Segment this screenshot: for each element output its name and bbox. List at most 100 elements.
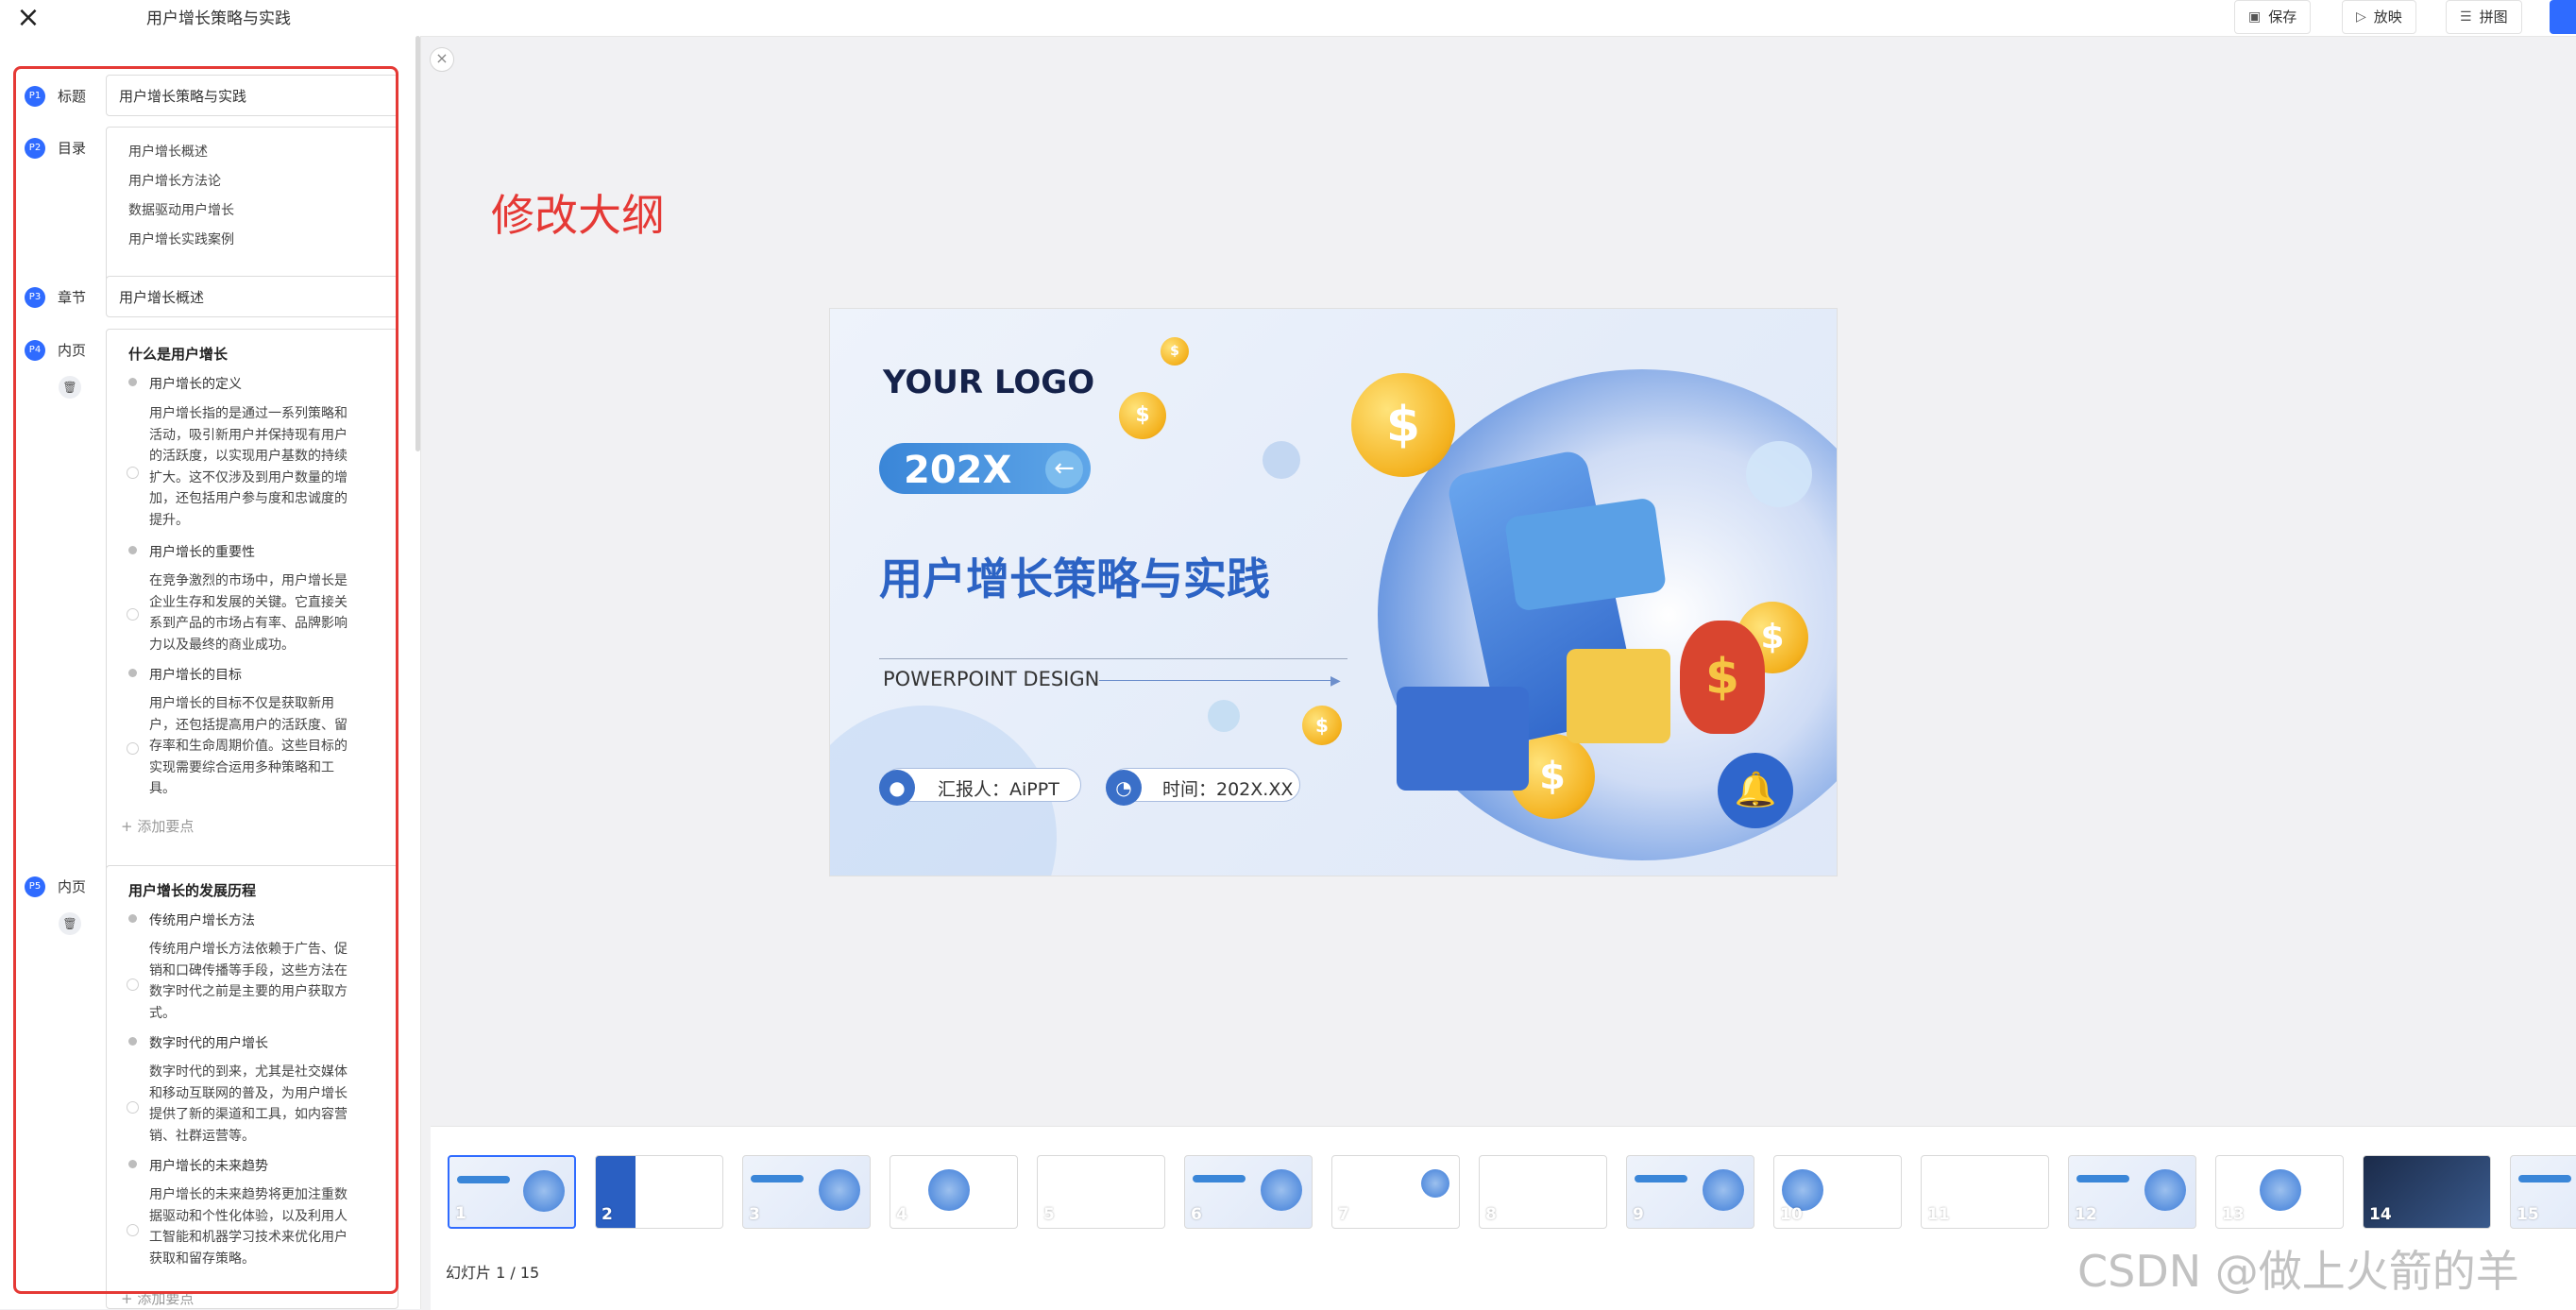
bullet-dot-icon (128, 378, 137, 386)
toc-item: 用户增长概述 (128, 145, 208, 160)
coin-icon: $ (1119, 392, 1166, 439)
play-icon: ▷ (2356, 9, 2366, 25)
slide-thumbnail[interactable]: 5 (1037, 1155, 1165, 1229)
reporter-text: 汇报人：AiPPT (938, 779, 1059, 800)
point-description: 用户增长的未来趋势将更加注重数 据驱动和个性化体验，以及利用人 工智能和机器学习… (149, 1187, 347, 1267)
slide-thumbnail[interactable]: 9 (1626, 1155, 1754, 1229)
arrow-left-icon: ← (1045, 451, 1083, 488)
document-title: 用户增长策略与实践 (146, 9, 291, 28)
save-label: 保存 (2268, 9, 2297, 26)
layout-icon: ☰ (2460, 9, 2472, 25)
point-title: 用户增长的未来趋势 (149, 1159, 268, 1174)
slide-thumbnail[interactable]: 3 (742, 1155, 871, 1229)
radio-icon[interactable] (127, 608, 139, 621)
point-description: 用户增长指的是通过一系列策略和 活动，吸引新用户并保持现有用户 的活跃度，以实现… (149, 406, 347, 528)
trash-icon[interactable]: 🗑 (59, 912, 81, 935)
arrow-right-icon: ▶ (1330, 673, 1341, 689)
page-badge: P2 (25, 138, 45, 159)
point-description: 传统用户增长方法依赖于广告、促 销和口碑传播等手段，这些方法在 数字时代之前是主… (149, 942, 347, 1021)
play-label: 放映 (2373, 9, 2402, 26)
slide-thumbnail[interactable]: 8 (1479, 1155, 1607, 1229)
slide-thumbnail[interactable]: 15 (2510, 1155, 2576, 1229)
radio-icon[interactable] (127, 742, 139, 755)
radio-icon[interactable] (127, 467, 139, 479)
bell-icon: 🔔 (1718, 753, 1793, 828)
point-description: 在竞争激烈的市场中，用户增长是 企业生存和发展的关键。它直接关 系到产品的市场占… (149, 573, 347, 653)
bullet-dot-icon (128, 1160, 137, 1168)
trash-icon[interactable]: 🗑 (59, 376, 81, 399)
close-icon[interactable]: × (11, 2, 45, 36)
page-badge: P4 (25, 340, 45, 361)
page-kind-label: 目录 (58, 140, 87, 157)
toc-item: 用户增长方法论 (128, 174, 221, 189)
title-value: 用户增长策略与实践 (119, 88, 247, 105)
coin-icon: $ (1351, 373, 1455, 477)
point-title: 用户增长的定义 (149, 377, 242, 392)
play-button[interactable]: ▷ 放映 (2342, 0, 2416, 34)
point-title: 用户增长的目标 (149, 668, 242, 683)
slide-thumbnail[interactable]: 1 (448, 1155, 576, 1229)
radio-icon[interactable] (127, 1101, 139, 1114)
top-toolbar: × 用户增长策略与实践 ▣ 保存 ▷ 放映 ☰ 拼图 (0, 0, 2576, 37)
money-bag-icon: $ (1680, 621, 1765, 734)
slide-thumbnail[interactable]: 11 (1921, 1155, 2049, 1229)
slide-thumbnail[interactable]: 10 (1773, 1155, 1902, 1229)
time-text: 时间：202X.XX (1162, 779, 1294, 800)
wallet-illustration (1397, 687, 1529, 791)
slide-thumbnail[interactable]: 6 (1184, 1155, 1313, 1229)
outline-scrollbar[interactable] (415, 36, 420, 451)
slide-thumbnail[interactable]: 4 (890, 1155, 1018, 1229)
toc-item: 数据驱动用户增长 (128, 203, 234, 218)
radio-icon[interactable] (127, 1224, 139, 1236)
slide-counter: 幻灯片 1 / 15 (446, 1264, 540, 1282)
slide-thumbnail[interactable]: 12 (2068, 1155, 2196, 1229)
content-page-title: 什么是用户增长 (128, 346, 229, 363)
page-badge: P1 (25, 86, 45, 107)
close-panel-icon[interactable]: × (430, 47, 454, 72)
page-kind-label: 内页 (58, 878, 87, 895)
layout-label: 拼图 (2479, 9, 2508, 26)
watermark: CSDN @做上火箭的羊 (2077, 1246, 2519, 1297)
layout-button[interactable]: ☰ 拼图 (2446, 0, 2522, 34)
user-icon: ● (879, 770, 915, 806)
slide-logo: YOUR LOGO (883, 364, 1095, 401)
point-title: 用户增长的重要性 (149, 545, 255, 560)
slide-thumbnail[interactable]: 2 (595, 1155, 723, 1229)
slide-thumbnail[interactable]: 7 (1331, 1155, 1460, 1229)
page-kind-label: 内页 (58, 342, 87, 359)
slide-year: 202X (904, 449, 1012, 492)
coin-icon: $ (1302, 706, 1342, 745)
page-badge: P3 (25, 287, 45, 308)
divider-arrow (1099, 680, 1335, 681)
bullet-dot-icon (128, 546, 137, 554)
outline-panel: P1 标题 用户增长策略与实践 P2 目录 用户增长概述 用户增长方法论 数据驱… (0, 36, 421, 1309)
wallet-illustration (1567, 649, 1670, 743)
page-kind-label: 标题 (58, 88, 87, 105)
point-title: 数字时代的用户增长 (149, 1036, 268, 1051)
point-description: 数字时代的到来，尤其是社交媒体 和移动互联网的普及，为用户增长 提供了新的渠道和… (149, 1064, 347, 1144)
divider (879, 658, 1347, 659)
bullet-dot-icon (128, 669, 137, 677)
chapter-value: 用户增长概述 (119, 289, 205, 306)
page-badge: P5 (25, 876, 45, 897)
save-button[interactable]: ▣ 保存 (2234, 0, 2312, 34)
decor-bubble (1746, 441, 1812, 507)
slide-preview[interactable]: $ $ $ $ $ $ $ 🔔 YOUR LOGO 202X ← 用户增长策略与… (829, 308, 1838, 876)
toc-item: 用户增长实践案例 (128, 232, 234, 247)
bullet-dot-icon (128, 914, 137, 923)
decor-bubble (1263, 441, 1300, 479)
share-button[interactable] (2550, 0, 2576, 34)
content-page-title: 用户增长的发展历程 (128, 882, 257, 899)
slide-subtitle: POWERPOINT DESIGN (883, 668, 1100, 690)
add-point-button[interactable]: + 添加要点 (121, 1288, 194, 1308)
page-kind-label: 章节 (58, 289, 87, 306)
slide-title: 用户增长策略与实践 (879, 553, 1270, 604)
slide-thumbnail[interactable]: 13 (2215, 1155, 2344, 1229)
radio-icon[interactable] (127, 978, 139, 991)
bullet-dot-icon (128, 1037, 137, 1046)
decor-bubble (1208, 700, 1240, 732)
slide-thumbnail[interactable]: 14 (2363, 1155, 2491, 1229)
add-point-button[interactable]: + 添加要点 (121, 816, 194, 836)
annotation-label: 修改大纲 (491, 190, 665, 241)
save-icon: ▣ (2248, 9, 2262, 25)
